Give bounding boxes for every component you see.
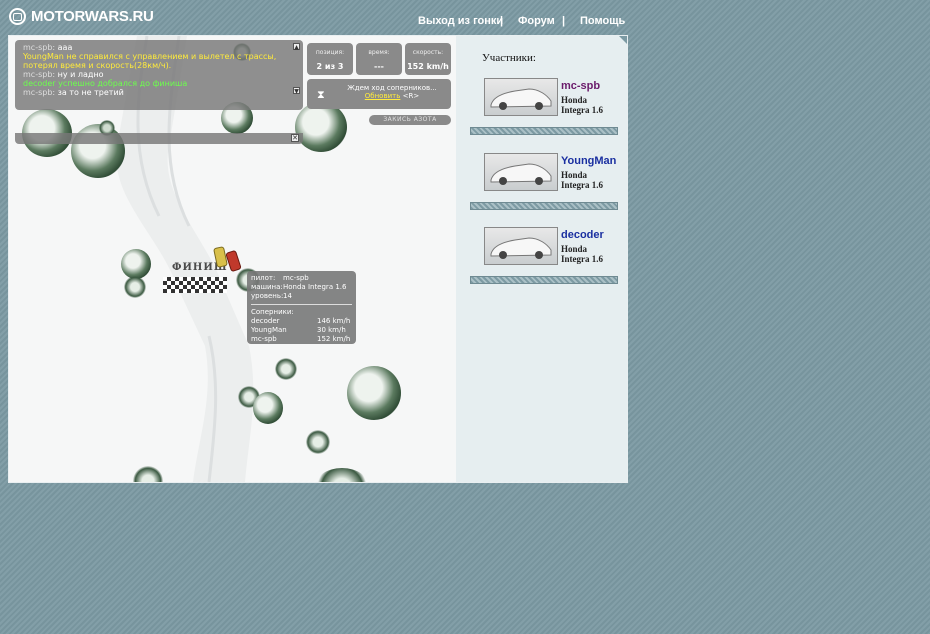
chat-input-bar[interactable]: [15, 133, 303, 144]
participant-separator: [470, 127, 618, 135]
car-thumbnail: [484, 78, 558, 116]
game-frame: ФИНИШ пилот: mc-spb машина: Honda Integra …: [8, 35, 628, 483]
position-stat: позиция: 2 из 3: [307, 43, 353, 75]
refresh-hotkey: <R>: [402, 92, 420, 100]
help-link[interactable]: Помощь: [580, 15, 625, 27]
frame-corner: [618, 36, 627, 45]
race-map[interactable]: ФИНИШ пилот: mc-spb машина: Honda Integra …: [9, 36, 456, 482]
participant-car: Honda Integra 1.6: [561, 170, 603, 190]
tooltip-rival-row: YoungMan 30 km/h: [251, 326, 346, 334]
participants-title: Участники:: [482, 52, 536, 64]
tooltip-rival-row: decoder 146 km/h: [251, 317, 351, 325]
position-value: 2 из 3: [316, 62, 344, 71]
hourglass-icon: ⧗: [317, 88, 325, 101]
participant-card[interactable]: YoungMan Honda Integra 1.6: [484, 153, 624, 193]
nav-separator: |: [500, 15, 504, 27]
participants-panel: Участники: mc-spb Honda Integra 1.6 Young…: [456, 36, 627, 482]
participant-name[interactable]: YoungMan: [561, 155, 616, 167]
exit-race-link[interactable]: Выход из гонки: [418, 15, 503, 27]
time-value: ---: [374, 62, 384, 71]
site-logo[interactable]: MOTORWARS.RU: [9, 8, 154, 25]
tooltip-pilot-value: mc-spb: [283, 274, 309, 282]
participant-card[interactable]: mc-spb Honda Integra 1.6: [484, 78, 624, 118]
chat-log[interactable]: mc-spb: ааа YoungMan не справился с упра…: [15, 40, 303, 110]
car-info-tooltip: пилот: mc-spb машина: Honda Integra 1.6 ур…: [247, 271, 356, 344]
participant-separator: [470, 276, 618, 284]
speed-label: скорость:: [412, 49, 444, 56]
snowy-tree: [275, 358, 297, 380]
tooltip-level-value: 14: [283, 292, 292, 300]
logo-icon: [9, 8, 26, 25]
chat-line: потерял время и скорость(28км/ч).: [23, 61, 172, 70]
tooltip-level-label: уровень:: [251, 292, 284, 300]
chat-close-icon[interactable]: ✕: [291, 134, 299, 142]
chat-line: mc-spb: за то не третий: [23, 88, 124, 97]
waiting-panel: ⧗ Ждем ход соперников... Обновить <R>: [307, 79, 451, 109]
speed-value: 152 km/h: [407, 62, 449, 71]
snowy-tree: [347, 366, 401, 420]
snowy-tree: [306, 430, 330, 454]
participant-name[interactable]: mc-spb: [561, 80, 600, 92]
car-thumbnail: [484, 153, 558, 191]
refresh-link[interactable]: Обновить: [365, 92, 401, 100]
tooltip-car-label: машина:: [251, 283, 283, 291]
position-label: позиция:: [315, 49, 345, 56]
tooltip-car-value: Honda Integra 1.6: [283, 283, 347, 291]
snowy-tree: [124, 276, 146, 298]
snowy-tree: [121, 249, 151, 279]
car-thumbnail: [484, 227, 558, 265]
nitro-button[interactable]: ЗАКИСЬ АЗОТА: [369, 115, 451, 125]
participant-separator: [470, 202, 618, 210]
participant-car: Honda Integra 1.6: [561, 95, 603, 115]
chat-scroll-up-icon[interactable]: ▲: [293, 43, 300, 51]
logo-text: MOTORWARS.RU: [31, 8, 154, 25]
chat-line: YoungMan не справился с управлением и вы…: [23, 52, 277, 61]
chat-line: decoder успешно добрался до финиша: [23, 79, 188, 88]
participant-car: Honda Integra 1.6: [561, 244, 603, 264]
tooltip-rivals-title: Соперники:: [251, 308, 294, 316]
chat-line: mc-spb: ааа: [23, 43, 73, 52]
participant-card[interactable]: decoder Honda Integra 1.6: [484, 227, 624, 267]
snowy-tree: [295, 102, 347, 152]
forum-link[interactable]: Форум: [518, 15, 555, 27]
waiting-message: Ждем ход соперников...: [347, 84, 437, 92]
chat-line: mc-spb: ну и ладно: [23, 70, 104, 79]
time-label: время:: [368, 49, 390, 56]
tooltip-rival-row: mc-spb 152 km/h: [251, 335, 351, 343]
nav-separator: |: [562, 15, 566, 27]
speed-stat: скорость: 152 km/h: [405, 43, 451, 75]
participant-name[interactable]: decoder: [561, 229, 604, 241]
chat-scroll-down-icon[interactable]: ▼: [293, 87, 300, 95]
finish-line: [163, 277, 227, 293]
time-stat: время: ---: [356, 43, 402, 75]
tooltip-pilot-label: пилот:: [251, 274, 276, 282]
snowy-tree: [253, 392, 283, 424]
